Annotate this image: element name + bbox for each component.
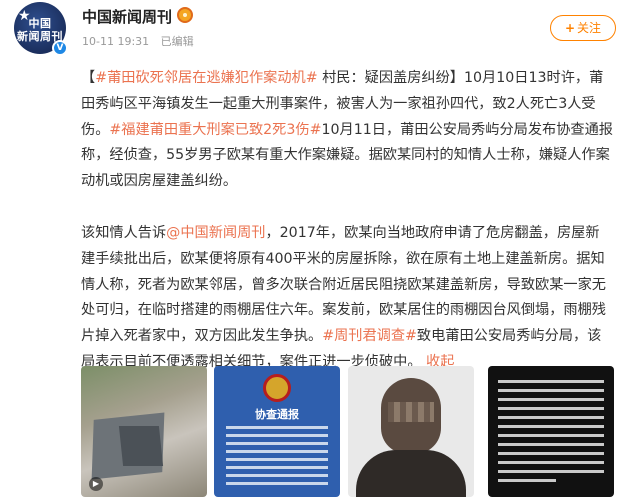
post-link[interactable]: #莆田砍死邻居在逃嫌犯作案动机#	[95, 70, 317, 86]
suspect-shirt	[356, 450, 466, 497]
post-image-scene[interactable]: ▶	[81, 366, 207, 497]
notice-title: 协查通报	[255, 408, 299, 421]
post-link[interactable]: #周刊君调查#	[322, 328, 417, 344]
post-text: ，2017年，欧某向当地政府申请了危房翻盖，房屋新建手续批出后，欧某便将原有40…	[81, 224, 606, 345]
plus-icon: +	[564, 21, 576, 35]
post-timestamp[interactable]: 10-11 19:31	[82, 35, 149, 48]
police-emblem-icon	[263, 374, 291, 402]
post-link[interactable]: #福建莆田重大刑案已致2死3伤#	[109, 122, 321, 138]
follow-label: 关注	[577, 21, 602, 35]
post-paragraph-2: 该知情人告诉@中国新闻周刊，2017年，欧某向当地政府申请了危房翻盖，房屋新建手…	[81, 221, 613, 376]
post-text: 【	[81, 70, 96, 86]
follow-button[interactable]: + 关注	[550, 15, 616, 41]
notice-text-lines	[226, 426, 328, 490]
verified-icon: V	[52, 40, 68, 56]
post-paragraph-1: 【#莆田砍死邻居在逃嫌犯作案动机# 村民：疑因盖房纠纷】10月10日13时许，莆…	[81, 66, 613, 195]
post-image-chat-screenshot[interactable]	[488, 366, 614, 497]
weibo-post: ★ 中国 新闻周刊 V 中国新闻周刊 10-11 19:31 已编辑 + 关注 【…	[0, 0, 626, 503]
shed-debris-shape	[118, 426, 164, 466]
chat-text-lines	[498, 380, 604, 488]
post-link[interactable]: @中国新闻周刊	[166, 225, 265, 241]
face-mosaic	[388, 402, 434, 422]
post-text: 该知情人告诉	[81, 224, 167, 241]
post-meta: 10-11 19:31 已编辑	[82, 33, 202, 49]
medal-icon	[177, 7, 193, 23]
edited-label: 已编辑	[160, 35, 194, 48]
author-name[interactable]: 中国新闻周刊	[82, 6, 172, 27]
post-image-notice[interactable]: 协查通报	[214, 366, 340, 497]
play-icon: ▶	[89, 477, 103, 491]
post-content: 【#莆田砍死邻居在逃嫌犯作案动机# 村民：疑因盖房纠纷】10月10日13时许，莆…	[81, 66, 613, 376]
post-image-suspect-photo[interactable]	[348, 366, 474, 497]
